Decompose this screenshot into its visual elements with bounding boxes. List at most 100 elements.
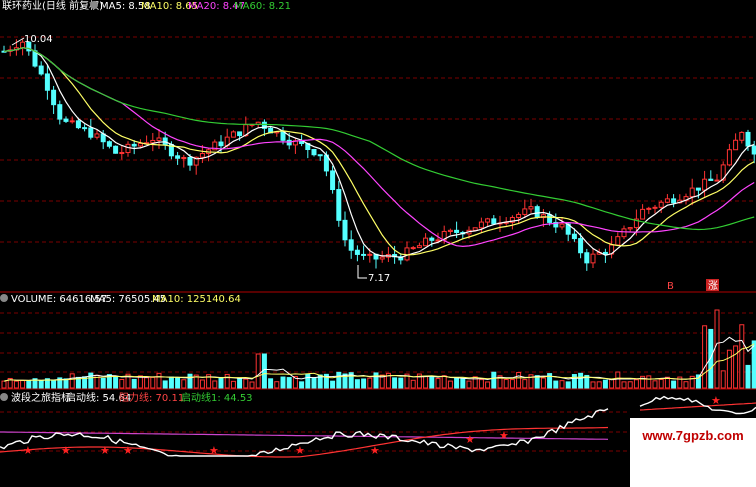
candle-body xyxy=(491,218,497,225)
volume-bar xyxy=(199,379,205,389)
volume-bar xyxy=(274,381,280,389)
indicator-name: 波段之旅指标 xyxy=(11,391,71,404)
volume-bar xyxy=(708,328,714,389)
settings-icon[interactable] xyxy=(90,1,98,9)
signal-star-icon: ★ xyxy=(295,444,305,457)
candle-body xyxy=(119,152,125,155)
volume-bar xyxy=(175,377,181,389)
candle-body xyxy=(559,223,565,228)
volume-bar xyxy=(646,375,652,389)
indicator-settings-icon[interactable] xyxy=(0,393,8,401)
candle-body xyxy=(113,145,119,154)
resistance-line-tail xyxy=(639,402,756,411)
candle-body xyxy=(664,198,670,203)
volume-bar xyxy=(243,378,249,389)
candle-body xyxy=(602,251,608,255)
candlesticks[interactable] xyxy=(1,39,756,271)
volume-bar xyxy=(621,381,627,389)
start-line-tail xyxy=(639,395,756,415)
volume-bar xyxy=(230,380,236,389)
volume-settings-icon[interactable] xyxy=(0,294,8,302)
candle-body xyxy=(528,206,534,210)
candle-body xyxy=(689,187,695,198)
volume-bar xyxy=(38,380,44,389)
candle-body xyxy=(175,155,181,159)
volume-bar xyxy=(187,373,193,389)
volume-bar xyxy=(627,381,633,389)
volume-bar xyxy=(658,378,664,389)
candle-body xyxy=(671,198,677,204)
volume-bar xyxy=(237,377,243,389)
candle-body xyxy=(627,227,633,230)
candle-body xyxy=(534,206,540,219)
candle-body xyxy=(652,206,658,209)
volume-bar xyxy=(69,373,75,389)
volume-bar xyxy=(361,378,367,389)
volume-bar xyxy=(26,380,32,389)
candle-body xyxy=(522,208,528,215)
volume-bar xyxy=(131,378,137,389)
volume-bar xyxy=(441,375,447,389)
volume-bar xyxy=(88,372,94,389)
candle-body xyxy=(361,253,367,256)
signal-star-icon: ★ xyxy=(499,429,509,442)
volume-bar xyxy=(286,377,292,389)
volume-bar xyxy=(218,376,224,389)
volume-bar xyxy=(590,381,596,389)
candle-body xyxy=(726,149,732,166)
volume-bar xyxy=(714,309,720,389)
volume-bar xyxy=(652,380,658,389)
candle-body xyxy=(658,201,664,208)
candle-body xyxy=(584,252,590,264)
volume-ma-lines xyxy=(3,336,755,382)
candle-body xyxy=(354,249,360,255)
volume-bar xyxy=(373,372,379,389)
volume-bar xyxy=(478,379,484,389)
ma60-label: MA60: 8.21 xyxy=(234,1,291,12)
candle-body xyxy=(38,65,44,75)
candle-body xyxy=(447,229,453,232)
volume-bar xyxy=(311,377,317,389)
volume-bar xyxy=(745,364,751,389)
candle-body xyxy=(435,239,441,242)
volume-bar xyxy=(720,370,726,389)
volume-bar xyxy=(168,376,174,389)
volume-bar xyxy=(615,371,621,389)
candle-body xyxy=(330,170,336,191)
volume-bar xyxy=(336,371,342,389)
candle-body xyxy=(137,143,143,147)
candle-body xyxy=(125,143,131,154)
candle-body xyxy=(230,131,236,138)
volume-bar xyxy=(578,372,584,389)
start-line1-label: 启动线1: 44.53 xyxy=(181,391,253,404)
candle-body xyxy=(714,179,720,182)
volume-bar xyxy=(255,353,261,389)
volume-ma5-line xyxy=(3,336,755,382)
stock-chart[interactable]: ★ ★ ★ ★ ★ ★ ★★ ★★ 联环药业(日线 前复权) MA5: 8.58 MA10: … xyxy=(0,0,756,487)
candle-body xyxy=(429,237,435,241)
low-price-label: 7.17 xyxy=(368,273,390,284)
candle-body xyxy=(51,89,57,106)
candle-body xyxy=(94,133,100,138)
candle-body xyxy=(150,139,156,144)
signal-star-icon: ★ xyxy=(465,433,475,446)
volume-bar xyxy=(51,380,57,389)
candle-body xyxy=(131,143,137,147)
volume-bar xyxy=(565,381,571,389)
volume-bar xyxy=(602,379,608,389)
volume-bar xyxy=(162,380,168,389)
volume-bar xyxy=(571,374,577,389)
volume-bar xyxy=(466,380,472,389)
candle-body xyxy=(336,189,342,221)
candle-body xyxy=(615,236,621,246)
candle-body xyxy=(404,247,410,261)
rise-marker: 涨 xyxy=(708,280,718,292)
candle-body xyxy=(695,187,701,191)
signal-star-icon: ★ xyxy=(209,444,219,457)
volume-bar xyxy=(249,381,255,389)
candle-body xyxy=(516,213,522,219)
volume-bar xyxy=(509,379,515,389)
volume-bar xyxy=(671,380,677,389)
volume-bar xyxy=(540,377,546,389)
candle-body xyxy=(187,156,193,166)
